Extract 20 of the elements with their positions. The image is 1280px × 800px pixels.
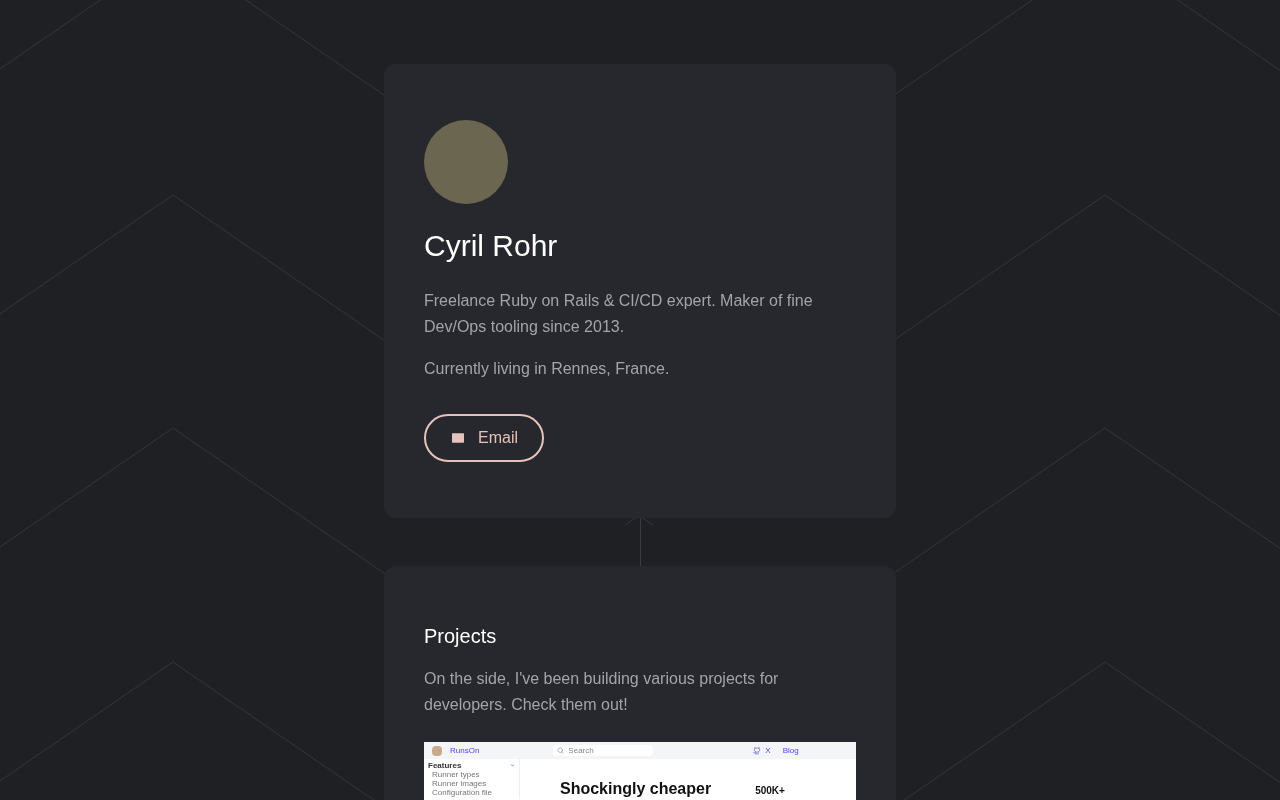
sidebar-heading: Features bbox=[428, 761, 462, 770]
bio-text: Freelance Ruby on Rails & CI/CD expert. Maker of fine Dev/Ops tooling since 2013. bbox=[424, 291, 814, 337]
brand-text: RunsOn bbox=[450, 746, 480, 755]
email-button[interactable]: Email bbox=[424, 414, 544, 462]
stat-text: 500K+ bbox=[755, 784, 785, 798]
search-icon bbox=[557, 747, 565, 754]
section-title: Projects bbox=[424, 624, 498, 649]
sidebar-item[interactable]: Runner types bbox=[428, 770, 515, 779]
nav-link[interactable]: Blog bbox=[782, 746, 799, 755]
chevron-icon bbox=[510, 763, 515, 768]
github-icon bbox=[753, 746, 762, 755]
search-field[interactable]: Search bbox=[553, 745, 654, 756]
bio-text: Currently living in Rennes, France. bbox=[424, 359, 671, 379]
logo-icon bbox=[432, 745, 442, 756]
sidebar-item[interactable]: Runner images bbox=[428, 779, 515, 788]
nav-link[interactable]: X bbox=[765, 746, 771, 755]
intro-text: On the side, I've been building various projects for developers. Check them out! bbox=[424, 669, 780, 715]
sidebar-item[interactable]: Configuration file bbox=[428, 788, 515, 797]
profile-name: Cyril Rohr bbox=[424, 228, 559, 264]
headline-text: Shockingly cheaper bbox=[560, 779, 712, 799]
